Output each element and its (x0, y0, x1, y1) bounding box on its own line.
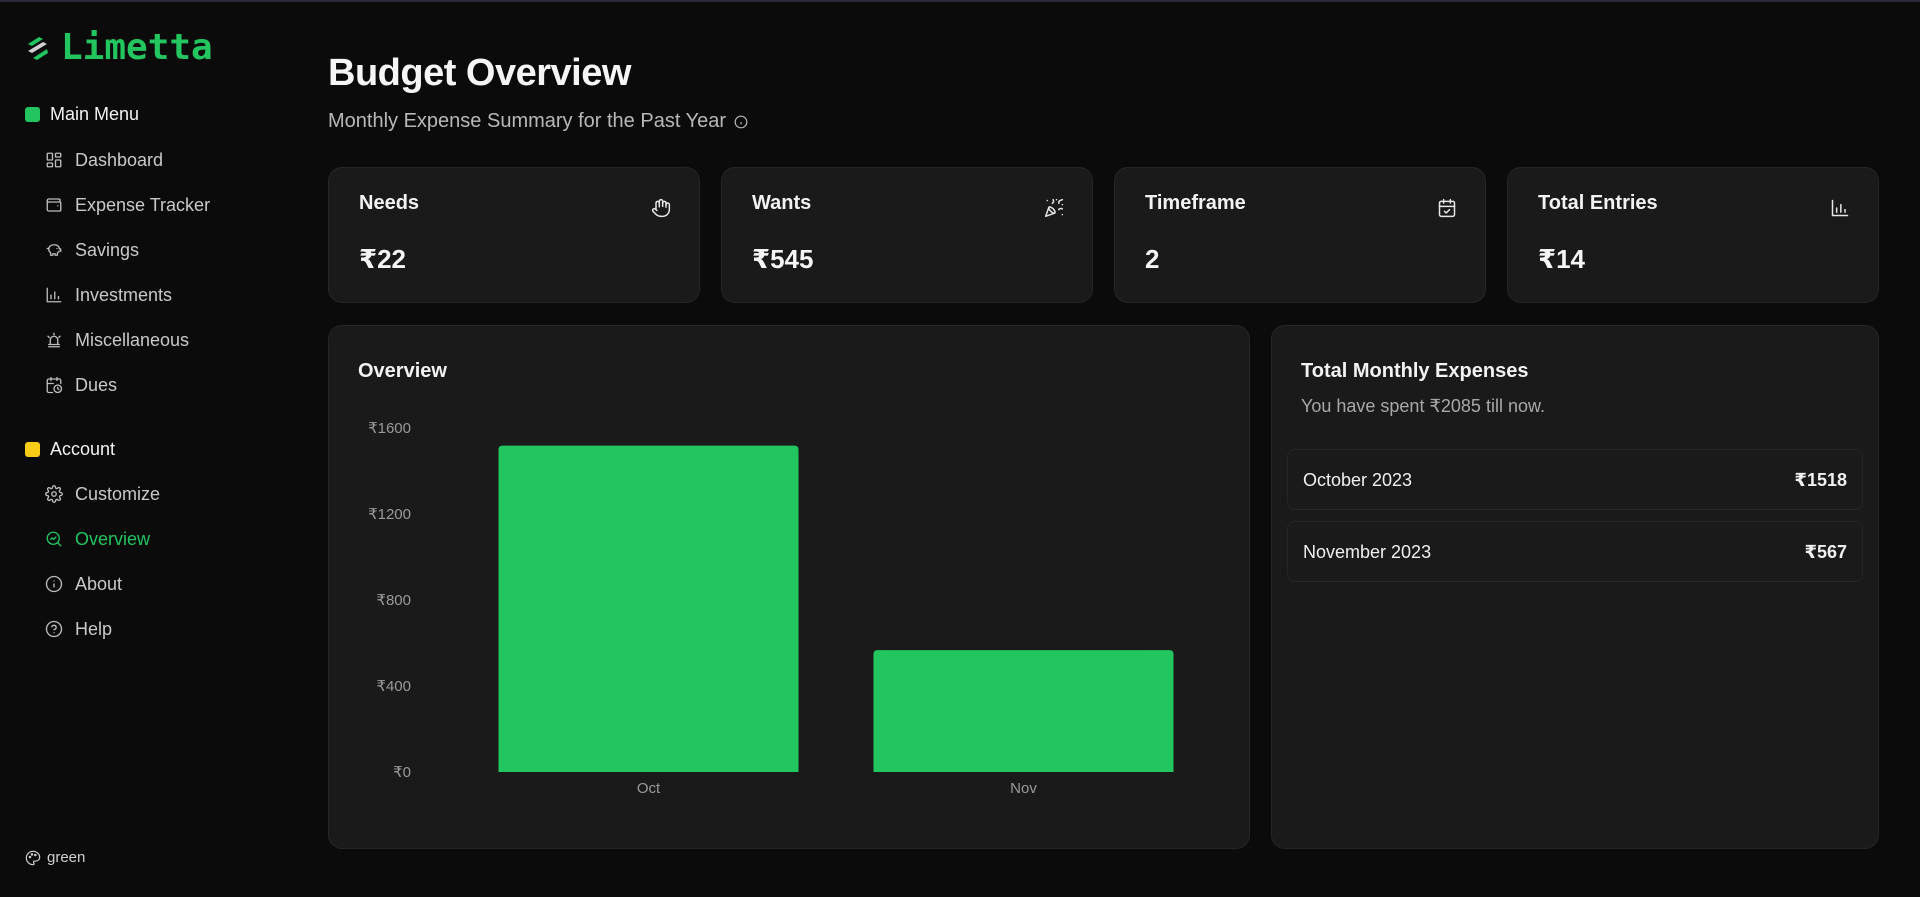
stat-label: Needs (359, 192, 420, 214)
stat-value: ₹22 (359, 244, 407, 274)
sidebar-item-label: Dues (75, 374, 118, 395)
stat-label: Timeframe (1145, 192, 1246, 214)
y-tick-label: ₹1600 (368, 420, 411, 437)
stat-value: ₹14 (1538, 244, 1586, 274)
sidebar-item-label: Overview (75, 528, 151, 549)
sidebar: Limetta Main Menu Dashboard Expense Trac… (0, 0, 300, 897)
sidebar-item-miscellaneous[interactable]: Miscellaneous (45, 327, 189, 353)
bar-chart-icon (1830, 198, 1850, 218)
hand-icon (651, 198, 671, 218)
section-account: Account (25, 439, 115, 460)
list-item[interactable]: November 2023 ₹567 (1287, 521, 1863, 582)
stat-value: ₹545 (752, 244, 814, 274)
main-menu-label: Main Menu (50, 104, 140, 124)
expense-amount: ₹1518 (1794, 470, 1847, 490)
palette-icon (25, 850, 41, 865)
expense-month: November 2023 (1303, 542, 1432, 562)
stat-card-total-entries: Total Entries ₹14 (1507, 167, 1879, 303)
calendar-check-icon (1437, 198, 1457, 218)
page-subtitle: Monthly Expense Summary for the Past Yea… (328, 110, 748, 133)
expense-amount: ₹567 (1804, 542, 1847, 562)
account-marker (25, 442, 40, 457)
stat-card-needs: Needs ₹22 (328, 167, 700, 303)
stat-card-timeframe: Timeframe 2 (1114, 167, 1486, 303)
sidebar-item-label: Customize (75, 483, 161, 504)
sidebar-item-overview[interactable]: Overview (45, 526, 150, 552)
bar-chart-icon (46, 287, 62, 303)
piggy-bank-icon (46, 244, 62, 256)
info-icon[interactable] (734, 115, 748, 129)
page-title: Budget Overview (328, 52, 631, 94)
gear-icon (45, 485, 63, 503)
sidebar-item-label: About (75, 573, 123, 594)
sidebar-item-dues[interactable]: Dues (45, 372, 117, 398)
sidebar-item-expense-tracker[interactable]: Expense Tracker (45, 192, 210, 218)
alarm-icon (47, 332, 61, 348)
monthly-subtitle: You have spent ₹2085 till now. (1301, 396, 1545, 416)
stat-label: Total Entries (1538, 192, 1658, 214)
bar-nov[interactable] (873, 650, 1174, 772)
list-item[interactable]: October 2023 ₹1518 (1287, 449, 1863, 510)
dashboard-icon (46, 152, 62, 168)
sidebar-item-savings[interactable]: Savings (45, 237, 139, 263)
y-tick-label: ₹400 (376, 678, 411, 695)
bar-oct[interactable] (498, 445, 799, 772)
logo[interactable]: Limetta (25, 28, 213, 68)
theme-label: green (47, 849, 86, 866)
y-tick-label: ₹800 (376, 592, 411, 609)
monthly-expenses-panel: Total Monthly Expenses You have spent ₹2… (1271, 325, 1879, 849)
sidebar-item-label: Dashboard (75, 149, 164, 170)
sidebar-item-customize[interactable]: Customize (45, 481, 160, 507)
y-tick-label: ₹1200 (368, 506, 411, 523)
app-name: Limetta (61, 27, 213, 68)
sidebar-item-about[interactable]: About (45, 571, 122, 597)
sidebar-item-label: Investments (75, 284, 173, 305)
sidebar-item-label: Miscellaneous (75, 329, 190, 350)
main-menu-marker (25, 107, 40, 122)
calendar-clock-icon (46, 376, 63, 394)
search-chart-icon (46, 531, 62, 547)
overview-bar-chart: ₹0 ₹400 ₹800 ₹1200 ₹1600 Oct Nov (368, 420, 1174, 797)
x-tick-label: Nov (1010, 780, 1037, 797)
wallet-icon (46, 198, 62, 212)
help-icon (45, 620, 63, 638)
sidebar-item-label: Expense Tracker (75, 194, 211, 215)
section-main-menu: Main Menu (25, 104, 139, 125)
expense-month: October 2023 (1303, 470, 1413, 490)
y-tick-label: ₹0 (393, 764, 411, 781)
theme-selector[interactable]: green (25, 849, 85, 866)
stat-value: 2 (1145, 244, 1160, 274)
sidebar-item-label: Help (75, 618, 113, 639)
stat-card-wants: Wants ₹545 (721, 167, 1093, 303)
sidebar-item-label: Savings (75, 239, 140, 260)
info-icon (45, 575, 63, 593)
account-label: Account (50, 439, 116, 459)
sidebar-item-dashboard[interactable]: Dashboard (45, 147, 163, 173)
sidebar-item-help[interactable]: Help (45, 616, 112, 642)
page-subtitle-text: Monthly Expense Summary for the Past Yea… (328, 110, 726, 132)
stat-label: Wants (752, 192, 812, 214)
party-popper-icon (1044, 198, 1064, 218)
sidebar-item-investments[interactable]: Investments (45, 282, 172, 308)
x-tick-label: Oct (637, 780, 661, 797)
monthly-title: Total Monthly Expenses (1301, 360, 1529, 382)
overview-panel: Overview ₹0 ₹400 ₹800 ₹1200 ₹1600 Oct Nov (328, 325, 1250, 849)
logo-icon (28, 37, 48, 60)
